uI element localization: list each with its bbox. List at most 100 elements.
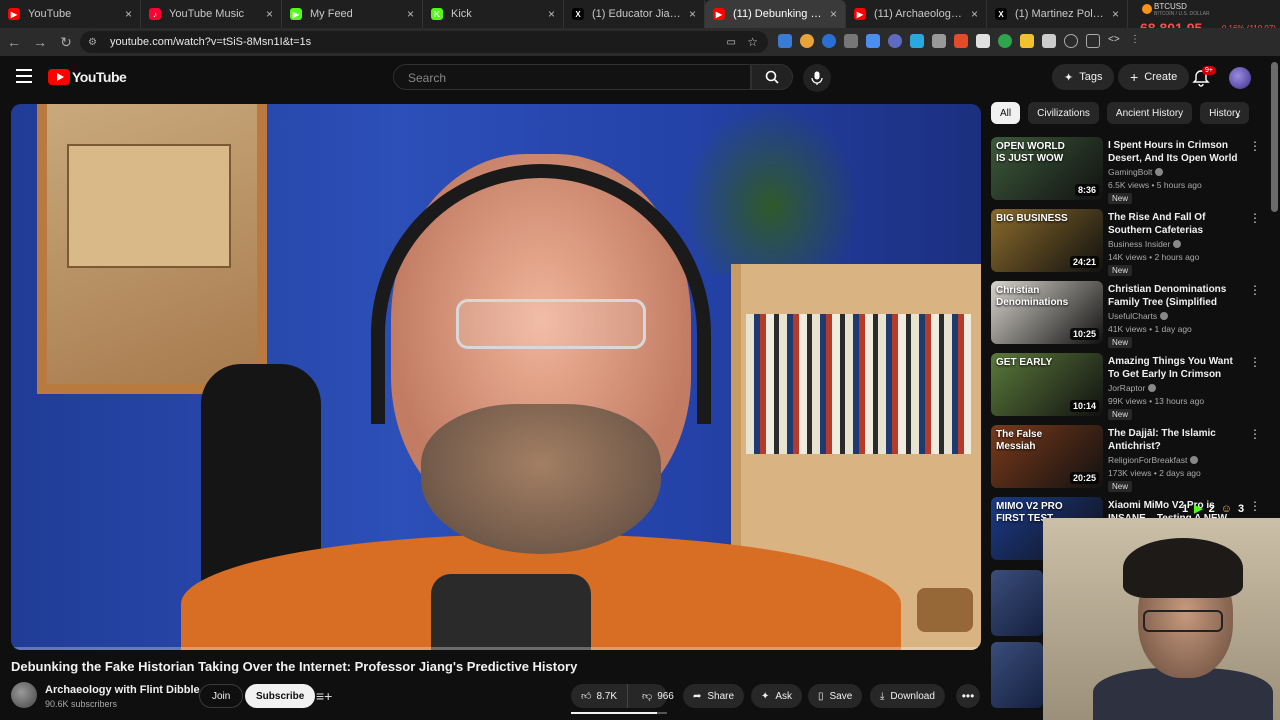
forward-button[interactable]: → xyxy=(28,30,52,54)
extension-icon[interactable] xyxy=(822,34,836,48)
recommendation-title[interactable]: The Dajjāl: The Islamic Antichrist? xyxy=(1108,427,1246,453)
bookmark-star-icon[interactable]: ☆ xyxy=(747,35,758,49)
recommendation-title[interactable]: I Spent Hours in Crimson Desert, And Its… xyxy=(1108,139,1246,165)
more-vert-icon[interactable]: ⋮ xyxy=(1249,355,1261,369)
search-input[interactable]: Search xyxy=(393,64,751,90)
browser-tab[interactable]: ▶ YouTube × xyxy=(0,0,141,28)
video-player[interactable] xyxy=(11,104,981,650)
browser-tab[interactable]: ♪ YouTube Music × xyxy=(141,0,282,28)
subscribe-button[interactable]: Subscribe xyxy=(245,684,316,708)
extensions-puzzle-icon[interactable] xyxy=(1042,34,1056,48)
recommendation-item[interactable]: BIG BUSINESS 24:21 The Rise And Fall Of So… xyxy=(991,209,1261,276)
tab-search-icon[interactable] xyxy=(1086,34,1100,48)
tab-close-icon[interactable]: × xyxy=(125,7,132,21)
tags-button[interactable]: ✦ Tags xyxy=(1052,64,1115,90)
tab-close-icon[interactable]: × xyxy=(407,7,414,21)
channel-label: JorRaptor xyxy=(1108,383,1146,393)
download-button[interactable]: ⤓ Download xyxy=(870,684,945,708)
extension-icon[interactable] xyxy=(778,34,792,48)
extension-icon[interactable] xyxy=(998,34,1012,48)
site-info-icon[interactable]: ⚙ xyxy=(88,37,102,48)
menu-dots-icon[interactable]: ⋮ xyxy=(1130,34,1144,48)
recommendation-thumbnail[interactable]: GET EARLY 10:14 xyxy=(991,353,1103,416)
recommendation-item[interactable]: The False Messiah 20:25 The Dajjāl: The Is… xyxy=(991,425,1261,492)
recommendation-channel[interactable]: ReligionForBreakfast xyxy=(1108,455,1199,465)
like-button[interactable]: 👍︎ 8.7K xyxy=(571,684,629,708)
recommendation-thumbnail[interactable]: BIG BUSINESS 24:21 xyxy=(991,209,1103,272)
tab-close-icon[interactable]: × xyxy=(971,7,978,21)
history-icon[interactable] xyxy=(1064,34,1078,48)
cast-icon[interactable]: ▭ xyxy=(727,37,736,48)
video-progress-bar[interactable] xyxy=(11,647,981,650)
extension-icon[interactable] xyxy=(910,34,924,48)
dislike-button[interactable]: 👎︎ 966 xyxy=(634,684,682,708)
recommendation-title[interactable]: Christian Denominations Family Tree (Sim… xyxy=(1108,283,1246,309)
more-vert-icon[interactable]: ⋮ xyxy=(1249,283,1261,297)
create-button[interactable]: + Create xyxy=(1118,64,1190,90)
channel-avatar[interactable] xyxy=(11,682,37,708)
tab-close-icon[interactable]: × xyxy=(548,7,555,21)
search-button[interactable] xyxy=(751,64,793,90)
recommendation-item[interactable]: OPEN WORLD IS JUST WOW 8:36 I Spent Hours … xyxy=(991,137,1261,204)
recommendation-channel[interactable]: JorRaptor xyxy=(1108,383,1157,393)
more-vert-icon[interactable]: ⋮ xyxy=(1249,427,1261,441)
address-bar[interactable]: ⚙ youtube.com/watch?v=tSiS-8Msn1I&t=1s ▭… xyxy=(80,31,768,53)
extension-icon[interactable] xyxy=(866,34,880,48)
channel-name[interactable]: Archaeology with Flint Dibble xyxy=(45,684,200,696)
reload-button[interactable]: ↻ xyxy=(54,30,78,54)
recommendation-meta: 41K views • 1 day ago xyxy=(1108,324,1192,334)
browser-tab[interactable]: ▶ (11) Archaeology with Flin × xyxy=(846,0,987,28)
browser-tab[interactable]: K Kick × xyxy=(423,0,564,28)
recommendation-channel[interactable]: UsefulCharts xyxy=(1108,311,1169,321)
add-to-playlist-icon[interactable]: ≡+ xyxy=(316,688,332,704)
browser-tab[interactable]: ▶ (11) Debunking the Fa × xyxy=(705,0,846,28)
hamburger-menu-icon[interactable] xyxy=(16,69,32,83)
filter-chip[interactable]: Civilizations xyxy=(1028,102,1099,124)
tab-close-icon[interactable]: × xyxy=(266,7,273,21)
extension-icon[interactable] xyxy=(1020,34,1034,48)
more-vert-icon[interactable]: ⋮ xyxy=(1249,211,1261,225)
recommendation-thumbnail[interactable]: OPEN WORLD IS JUST WOW 8:36 xyxy=(991,137,1103,200)
filter-chip[interactable]: Ancient History xyxy=(1106,102,1193,124)
more-vert-icon[interactable]: ⋮ xyxy=(1249,499,1261,513)
extension-icon[interactable] xyxy=(932,34,946,48)
more-actions-button[interactable]: ••• xyxy=(956,684,980,708)
extension-icon[interactable] xyxy=(976,34,990,48)
recommendation-item[interactable]: Christian Denominations 10:25 Christian De… xyxy=(991,281,1261,348)
recommendation-thumbnail[interactable]: The False Messiah 20:25 xyxy=(991,425,1103,488)
browser-tab[interactable]: X (1) Martinez Politix (@ma × xyxy=(987,0,1128,28)
tab-close-icon[interactable]: × xyxy=(830,7,837,21)
recommendation-channel[interactable]: GamingBolt xyxy=(1108,167,1164,177)
youtube-logo[interactable]: YouTube xyxy=(48,69,127,85)
back-button[interactable]: ← xyxy=(2,30,26,54)
join-button[interactable]: Join xyxy=(199,684,244,708)
more-vert-icon[interactable]: ⋮ xyxy=(1249,139,1261,153)
browser-tab[interactable]: X (1) Educator Jiang Xueqin × xyxy=(564,0,705,28)
devtools-icon[interactable]: <> xyxy=(1108,34,1122,48)
share-button[interactable]: ➦ Share xyxy=(683,684,745,708)
chevron-right-icon[interactable]: › xyxy=(1236,108,1240,122)
recommendation-thumbnail[interactable]: Christian Denominations 10:25 xyxy=(991,281,1103,344)
tab-close-icon[interactable]: × xyxy=(689,7,696,21)
recommendation-thumbnail[interactable] xyxy=(991,570,1043,636)
channel-watermark[interactable] xyxy=(917,588,973,632)
save-button[interactable]: ▯ Save xyxy=(808,684,863,708)
extension-icon[interactable] xyxy=(844,34,858,48)
recommendation-title[interactable]: Amazing Things You Want To Get Early In … xyxy=(1108,355,1246,381)
account-avatar[interactable] xyxy=(1229,67,1251,89)
extension-icon[interactable] xyxy=(888,34,902,48)
recommendation-item[interactable]: GET EARLY 10:14 Amazing Things You Want To… xyxy=(991,353,1261,420)
voice-search-button[interactable] xyxy=(803,64,831,92)
page-scrollbar[interactable] xyxy=(1271,62,1278,212)
recommendation-thumbnail[interactable] xyxy=(991,642,1043,708)
recommendation-channel[interactable]: Business Insider xyxy=(1108,239,1182,249)
tab-close-icon[interactable]: × xyxy=(1112,7,1119,21)
recommendation-title[interactable]: The Rise And Fall Of Southern Cafeterias xyxy=(1108,211,1246,237)
browser-tab[interactable]: ▶ My Feed × xyxy=(282,0,423,28)
counter-c: 3 xyxy=(1237,502,1245,515)
extension-icon[interactable] xyxy=(800,34,814,48)
extension-icon[interactable] xyxy=(954,34,968,48)
filter-chip[interactable]: History xyxy=(1200,102,1250,124)
filter-chip[interactable]: All xyxy=(991,102,1021,124)
ask-button[interactable]: ✦ Ask xyxy=(751,684,803,708)
